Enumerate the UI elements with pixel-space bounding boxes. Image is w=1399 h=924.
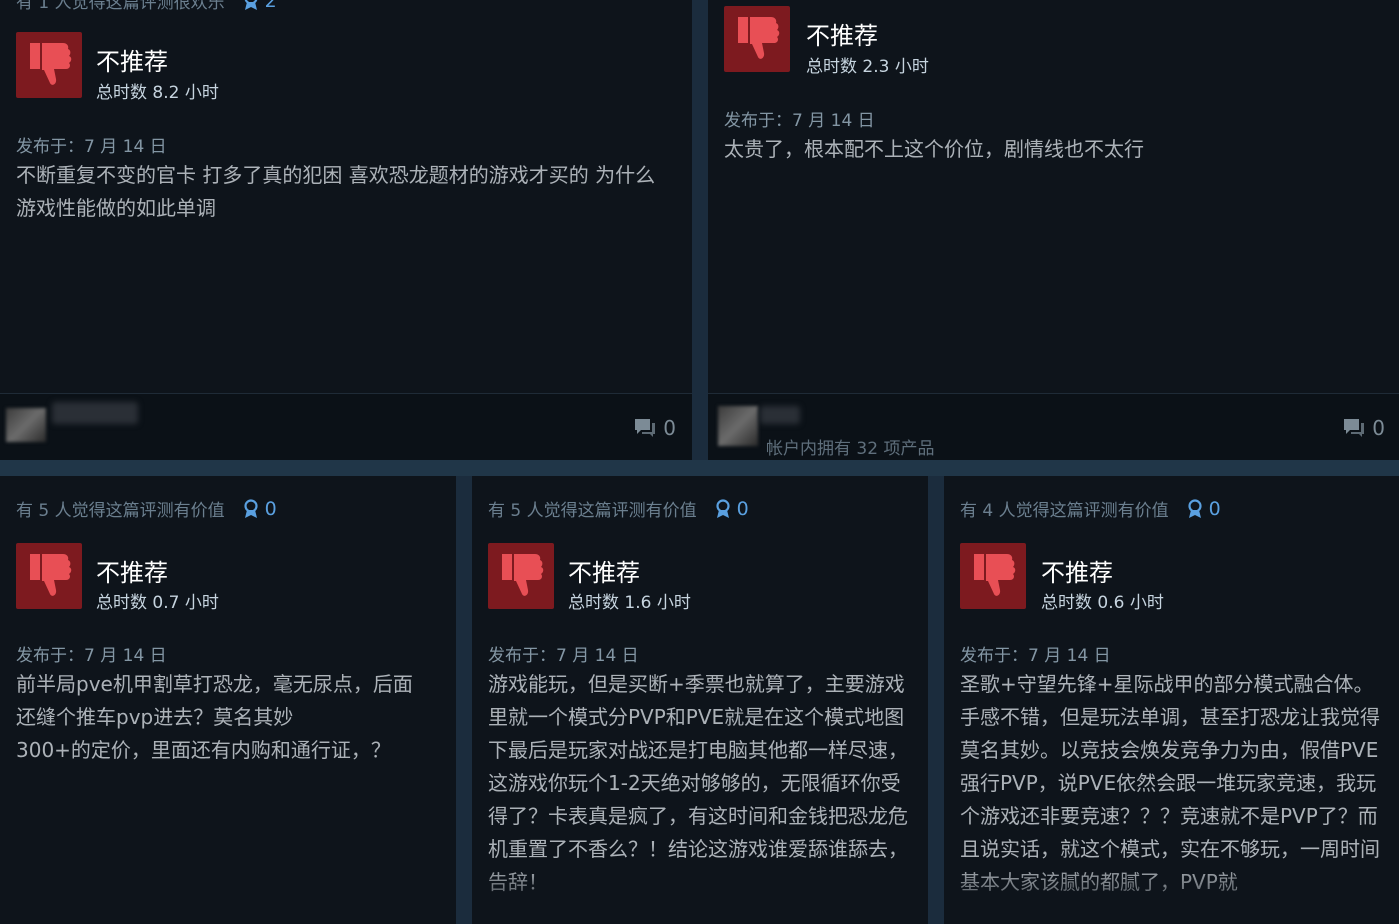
award-ribbon-icon [244, 0, 257, 10]
verdict-label[interactable]: 不推荐 [96, 553, 168, 588]
verdict-label[interactable]: 不推荐 [568, 553, 640, 588]
verdict-label[interactable]: 不推荐 [96, 42, 168, 77]
award-ribbon-icon [716, 498, 730, 518]
award-button[interactable]: 0 [1187, 498, 1221, 520]
playtime: 总时数 0.6 小时 [1041, 593, 1164, 613]
text-fade [472, 864, 928, 924]
award-count: 0 [264, 497, 277, 520]
posted-date: 发布于：7 月 14 日 [960, 646, 1111, 666]
helpful-line: 有 5 人觉得这篇评测有价值 0 [488, 496, 749, 522]
thumbs-down-icon[interactable] [16, 543, 82, 609]
review-card: 有 5 人觉得这篇评测有价值 0 不推荐 总时数 0.7 小时 发布于：7 月 … [0, 476, 456, 924]
thumbs-down-icon[interactable] [960, 543, 1026, 609]
award-count: 0 [1208, 497, 1221, 520]
review-footer: 0 [0, 394, 692, 460]
helpful-line: 有 1 人觉得这篇评测很欢乐 2 [16, 0, 277, 13]
background-stripe [0, 460, 1399, 476]
review-card: 有 4 人觉得这篇评测有价值 0 不推荐 总时数 0.6 小时 发布于：7 月 … [944, 476, 1399, 924]
helpful-line: 有 5 人觉得这篇评测有价值 0 [16, 496, 277, 522]
username[interactable] [52, 402, 138, 424]
review-text-line: 300+的定价，里面还有内购和通行证，？ [16, 738, 391, 762]
thumbs-down-icon[interactable] [724, 6, 790, 72]
avatar[interactable] [6, 408, 46, 442]
review-text: 前半局pve机甲割草打恐龙，毫无尿点，后面 还缝个推车pvp进去？莫名其妙 30… [16, 668, 446, 767]
award-button[interactable]: 0 [243, 498, 277, 520]
comment-button[interactable]: 0 [633, 416, 676, 440]
award-button[interactable]: 0 [715, 498, 749, 520]
playtime: 总时数 0.7 小时 [96, 593, 219, 613]
award-count: 0 [736, 497, 749, 520]
review-footer: 帐户内拥有 32 项产品 0 [708, 394, 1399, 460]
verdict-label[interactable]: 不推荐 [806, 16, 878, 51]
playtime: 总时数 1.6 小时 [568, 593, 691, 613]
helpful-line: 有 4 人觉得这篇评测有价值 0 [960, 496, 1221, 522]
thumbs-down-icon[interactable] [16, 32, 82, 98]
verdict-label[interactable]: 不推荐 [1041, 553, 1113, 588]
text-fade [944, 864, 1399, 924]
avatar[interactable] [718, 406, 758, 446]
helpful-text: 有 4 人觉得这篇评测有价值 [960, 501, 1169, 521]
posted-date: 发布于：7 月 14 日 [16, 137, 167, 157]
playtime: 总时数 8.2 小时 [96, 83, 219, 103]
thumbs-down-icon[interactable] [488, 543, 554, 609]
review-text: 不断重复不变的官卡 打多了真的犯困 喜欢恐龙题材的游戏才买的 为什么游戏性能做的… [16, 163, 656, 220]
products-owned: 帐户内拥有 32 项产品 [766, 439, 935, 459]
comment-button[interactable]: 0 [1342, 416, 1385, 440]
review-card: 有 1 人觉得这篇评测很欢乐 2 不推荐 总时数 8.2 小时 发布于：7 月 … [0, 0, 692, 460]
review-text: 太贵了，根本配不上这个价位，剧情线也不太行 [724, 137, 1144, 161]
comment-bubble-icon [635, 419, 656, 437]
award-button[interactable]: 2 [243, 0, 277, 12]
posted-date: 发布于：7 月 14 日 [488, 646, 639, 666]
playtime: 总时数 2.3 小时 [806, 57, 929, 77]
review-card: 不推荐 总时数 2.3 小时 发布于：7 月 14 日 太贵了，根本配不上这个价… [708, 0, 1399, 460]
posted-date: 发布于：7 月 14 日 [16, 646, 167, 666]
review-card: 有 5 人觉得这篇评测有价值 0 不推荐 总时数 1.6 小时 发布于：7 月 … [472, 476, 928, 924]
award-count: 2 [264, 0, 277, 12]
helpful-text: 有 5 人觉得这篇评测有价值 [488, 501, 697, 521]
review-text-line: 前半局pve机甲割草打恐龙，毫无尿点，后面 [16, 672, 413, 696]
username[interactable] [760, 406, 800, 424]
comment-count: 0 [663, 416, 676, 440]
helpful-text: 有 5 人觉得这篇评测有价值 [16, 501, 225, 521]
award-ribbon-icon [1188, 498, 1202, 518]
review-text-line: 还缝个推车pvp进去？莫名其妙 [16, 705, 294, 729]
comment-bubble-icon [1344, 419, 1365, 437]
helpful-text: 有 1 人觉得这篇评测很欢乐 [16, 0, 225, 13]
comment-count: 0 [1372, 416, 1385, 440]
award-ribbon-icon [244, 498, 258, 518]
posted-date: 发布于：7 月 14 日 [724, 111, 875, 131]
